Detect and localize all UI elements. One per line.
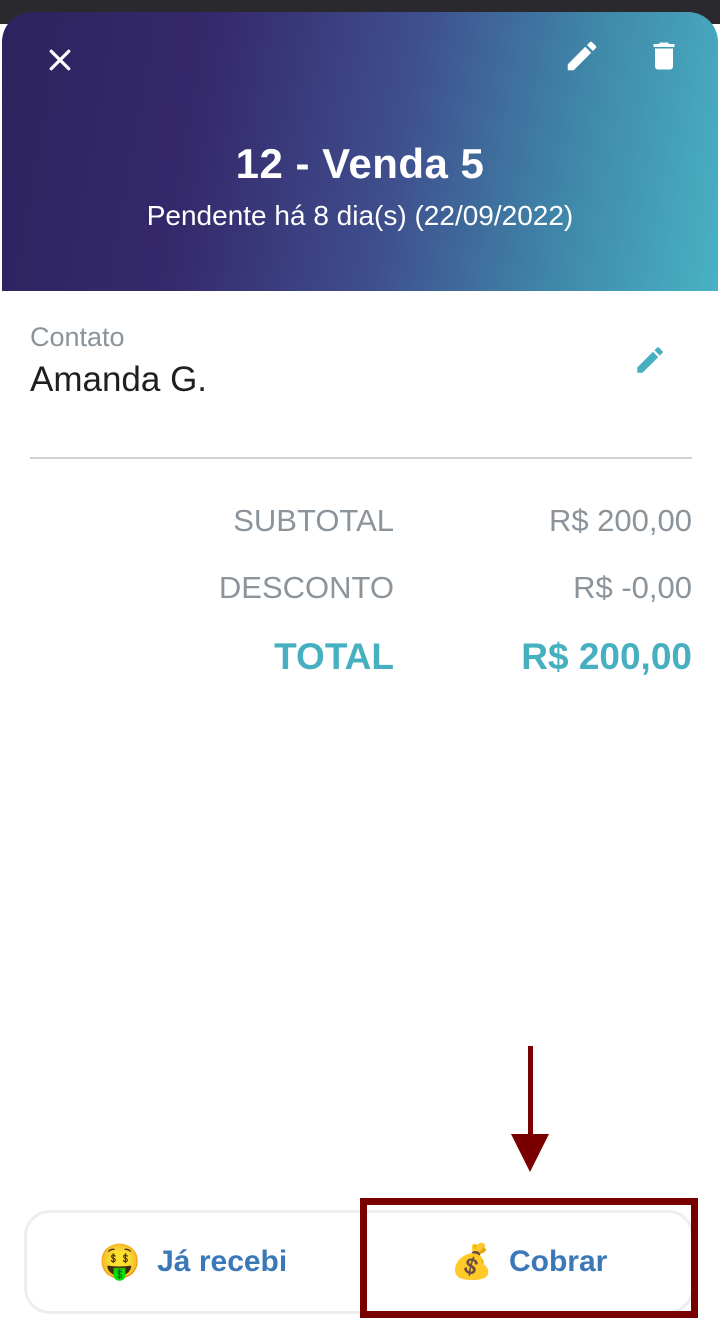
annotation-arrow-shaft (528, 1046, 533, 1146)
close-button[interactable] (38, 38, 82, 82)
close-icon (49, 49, 71, 71)
charge-button[interactable]: 💰 Cobrar (362, 1212, 696, 1312)
discount-value: R$ -0,00 (573, 570, 692, 605)
sale-status: Pendente há 8 dia(s) (22/09/2022) (146, 200, 574, 231)
trash-icon (653, 42, 675, 70)
delete-sale-button[interactable] (642, 34, 686, 78)
sale-header: 12 - Venda 5 Pendente há 8 dia(s) (22/09… (2, 12, 718, 291)
subtotal-value: R$ 200,00 (548, 503, 692, 538)
annotation-arrow-icon (511, 1134, 549, 1172)
money-bag-icon: 💰 (450, 1243, 493, 1281)
contact-name: Amanda G. (30, 360, 208, 399)
total-value: R$ 200,00 (521, 636, 692, 677)
edit-contact-button[interactable] (628, 338, 672, 382)
subtotal-label: SUBTOTAL (233, 503, 394, 538)
total-label: TOTAL (274, 636, 394, 677)
already-received-button[interactable]: 🤑 Já recebi (26, 1212, 360, 1312)
edit-sale-button[interactable] (560, 34, 604, 78)
pencil-icon (637, 347, 663, 373)
sale-title: 12 - Venda 5 (235, 140, 485, 187)
charge-label: Cobrar (508, 1245, 608, 1278)
discount-label: DESCONTO (218, 570, 394, 605)
money-face-icon: 🤑 (98, 1243, 142, 1281)
contact-label: Contato (30, 322, 125, 352)
already-received-label: Já recebi (157, 1245, 288, 1278)
pencil-icon (567, 41, 597, 71)
divider (30, 457, 692, 459)
